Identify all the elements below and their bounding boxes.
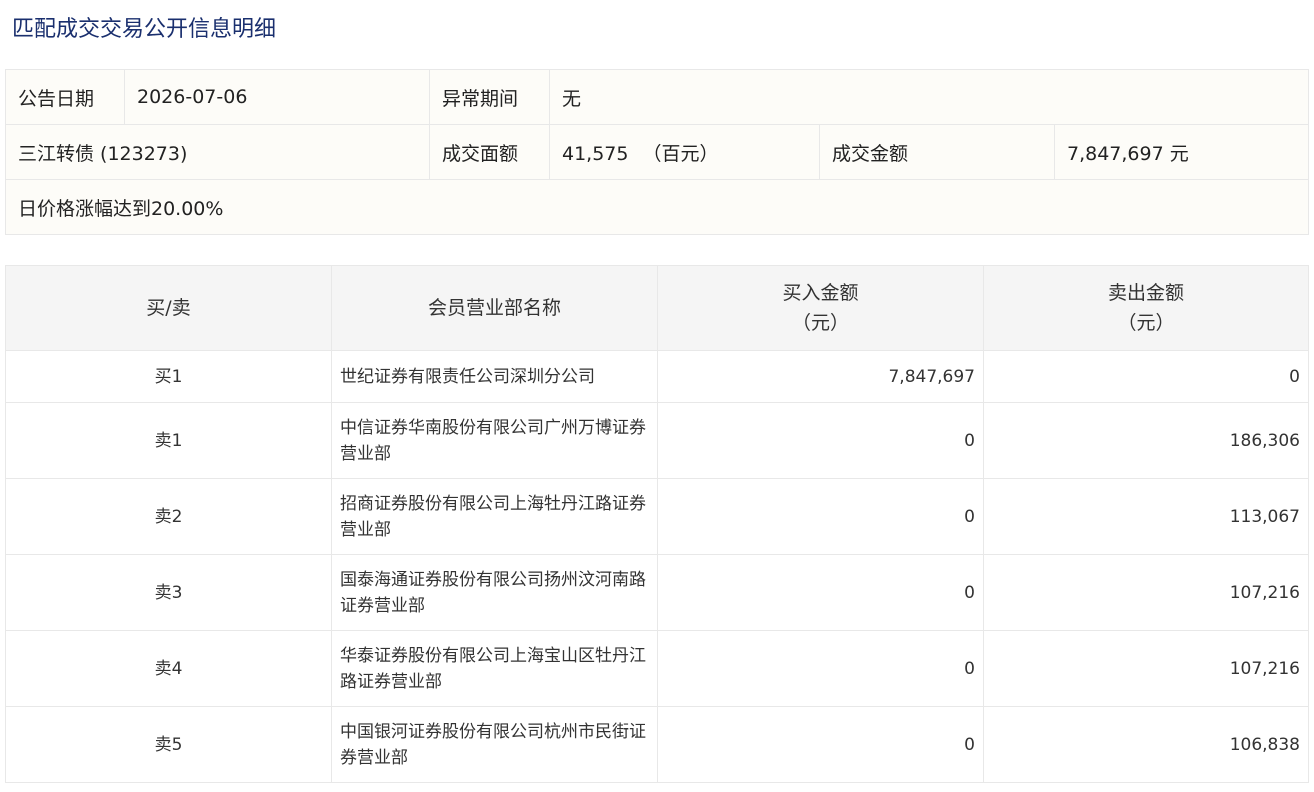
abnormal-period-value: 无 bbox=[549, 69, 1309, 125]
table-row: 卖1 中信证券华南股份有限公司广州万博证券营业部 0 186,306 bbox=[5, 402, 1309, 479]
trades-header-row: 买/卖 会员营业部名称 买入金额 （元） 卖出金额 （元） bbox=[5, 265, 1309, 351]
header-member: 会员营业部名称 bbox=[331, 265, 658, 351]
row-side: 买1 bbox=[5, 350, 332, 403]
table-row: 买1 世纪证券有限责任公司深圳分公司 7,847,697 0 bbox=[5, 350, 1309, 403]
info-table: 公告日期 2026-07-06 异常期间 无 三江转债 (123273) 成交面… bbox=[5, 69, 1309, 235]
row-buy-amount: 0 bbox=[657, 554, 984, 631]
row-sell-amount: 107,216 bbox=[983, 554, 1309, 631]
row-sell-amount: 113,067 bbox=[983, 478, 1309, 555]
announce-date-label: 公告日期 bbox=[5, 69, 125, 125]
row-member: 招商证券股份有限公司上海牡丹江路证券营业部 bbox=[331, 478, 658, 555]
abnormal-period-label: 异常期间 bbox=[429, 69, 550, 125]
table-row: 卖5 中国银河证券股份有限公司杭州市民街证券营业部 0 106,838 bbox=[5, 706, 1309, 783]
amount-value: 7,847,697 元 bbox=[1054, 124, 1309, 180]
announce-date-value: 2026-07-06 bbox=[124, 69, 430, 125]
face-value-value: 41,575 bbox=[562, 142, 629, 165]
header-sell-amount: 卖出金额 （元） bbox=[983, 265, 1309, 351]
amount-label: 成交金额 bbox=[819, 124, 1055, 180]
row-buy-amount: 0 bbox=[657, 478, 984, 555]
row-side: 卖5 bbox=[5, 706, 332, 783]
table-row: 卖3 国泰海通证券股份有限公司扬州汶河南路证券营业部 0 107,216 bbox=[5, 554, 1309, 631]
face-value-label: 成交面额 bbox=[429, 124, 550, 180]
table-row: 卖2 招商证券股份有限公司上海牡丹江路证券营业部 0 113,067 bbox=[5, 478, 1309, 555]
row-side: 卖2 bbox=[5, 478, 332, 555]
header-side: 买/卖 bbox=[5, 265, 332, 351]
row-side: 卖1 bbox=[5, 402, 332, 479]
row-member: 国泰海通证券股份有限公司扬州汶河南路证券营业部 bbox=[331, 554, 658, 631]
row-buy-amount: 0 bbox=[657, 706, 984, 783]
row-sell-amount: 186,306 bbox=[983, 402, 1309, 479]
row-sell-amount: 0 bbox=[983, 350, 1309, 403]
row-buy-amount: 0 bbox=[657, 630, 984, 707]
header-buy-amount: 买入金额 （元） bbox=[657, 265, 984, 351]
trades-table: 买/卖 会员营业部名称 买入金额 （元） 卖出金额 （元） 买1 世纪证券有限责任公… bbox=[5, 265, 1309, 783]
info-row-date: 公告日期 2026-07-06 异常期间 无 bbox=[5, 69, 1309, 125]
row-member: 中国银河证券股份有限公司杭州市民街证券营业部 bbox=[331, 706, 658, 783]
bond-name: 三江转债 (123273) bbox=[5, 124, 430, 180]
page-title: 匹配成交交易公开信息明细 bbox=[12, 17, 277, 42]
row-sell-amount: 106,838 bbox=[983, 706, 1309, 783]
row-side: 卖3 bbox=[5, 554, 332, 631]
row-side: 卖4 bbox=[5, 630, 332, 707]
face-value-cell: 41,575 （百元） bbox=[549, 124, 820, 180]
header-buy-unit: （元） bbox=[791, 312, 849, 334]
header-buy-amount-label: 买入金额 bbox=[782, 282, 859, 304]
info-row-reason: 日价格涨幅达到20.00% bbox=[5, 179, 1309, 235]
row-sell-amount: 107,216 bbox=[983, 630, 1309, 707]
header-sell-amount-label: 卖出金额 bbox=[1107, 282, 1184, 304]
row-buy-amount: 0 bbox=[657, 402, 984, 479]
header-sell-unit: （元） bbox=[1117, 312, 1175, 334]
table-row: 卖4 华泰证券股份有限公司上海宝山区牡丹江路证券营业部 0 107,216 bbox=[5, 630, 1309, 707]
row-member: 中信证券华南股份有限公司广州万博证券营业部 bbox=[331, 402, 658, 479]
face-value-unit: （百元） bbox=[642, 142, 719, 165]
row-member: 世纪证券有限责任公司深圳分公司 bbox=[331, 350, 658, 403]
row-buy-amount: 7,847,697 bbox=[657, 350, 984, 403]
row-member: 华泰证券股份有限公司上海宝山区牡丹江路证券营业部 bbox=[331, 630, 658, 707]
info-row-trade: 三江转债 (123273) 成交面额 41,575 （百元） 成交金额 7,847… bbox=[5, 124, 1309, 180]
reason-text: 日价格涨幅达到20.00% bbox=[5, 179, 1309, 235]
